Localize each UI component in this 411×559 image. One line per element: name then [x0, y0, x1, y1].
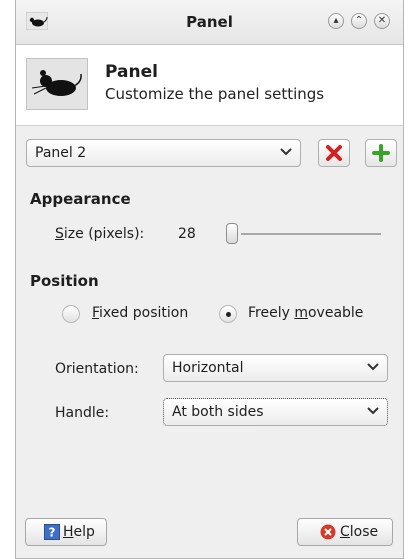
panel-select[interactable]: Panel 2 [26, 139, 301, 167]
freely-moveable-radio[interactable] [219, 305, 237, 323]
handle-label: Handle: [55, 405, 110, 421]
fixed-text: ixed position [99, 305, 189, 321]
help-mnemonic: H [63, 524, 74, 540]
size-slider-handle[interactable] [226, 223, 238, 244]
help-button[interactable]: ? Help [25, 518, 107, 546]
remove-panel-button[interactable] [318, 139, 350, 167]
red-x-icon [326, 145, 342, 161]
help-icon: ? [44, 524, 60, 540]
add-panel-button[interactable] [365, 139, 397, 167]
orientation-select[interactable]: Horizontal [163, 354, 388, 382]
position-title: Position [30, 272, 99, 290]
chevron-down-icon [367, 407, 379, 415]
size-label-mnemonic: S [55, 226, 64, 242]
panel-dialog: Panel ▴ ⌃ ✕ Panel Customize the panel se… [15, 0, 404, 559]
maximize-icon: ⌃ [354, 15, 364, 26]
fixed-position-radio[interactable] [62, 305, 80, 323]
chevron-down-icon [367, 363, 379, 371]
close-mnemonic: C [340, 524, 350, 540]
close-label: Close [340, 519, 378, 545]
size-value: 28 [178, 226, 196, 242]
header-subtitle: Customize the panel settings [105, 85, 325, 103]
help-text: elp [73, 524, 95, 540]
close-button[interactable]: Close [297, 518, 393, 546]
handle-select[interactable]: At both sides [163, 398, 388, 426]
minimize-button[interactable]: ▴ [328, 13, 344, 29]
size-slider-track[interactable] [241, 233, 381, 235]
close-icon: ✕ [377, 15, 387, 26]
dialog-header: Panel Customize the panel settings [16, 45, 403, 126]
size-label-text: ize (pixels): [63, 226, 145, 242]
fixed-mnemonic: F [92, 305, 100, 321]
panel-select-value: Panel 2 [35, 145, 87, 161]
titlebar[interactable]: Panel ▴ ⌃ ✕ [16, 0, 403, 45]
orientation-value: Horizontal [172, 360, 244, 376]
appearance-title: Appearance [30, 190, 131, 208]
close-text: lose [349, 524, 379, 540]
freely-moveable-label[interactable]: Freely moveable [248, 305, 363, 321]
size-label: Size (pixels): [55, 226, 144, 242]
handle-value: At both sides [172, 404, 264, 420]
minimize-icon: ▴ [333, 15, 339, 26]
green-plus-icon [372, 144, 390, 162]
help-label: Help [63, 519, 95, 545]
panel-mouse-icon [26, 58, 88, 110]
freely-mnemonic: m [294, 305, 308, 321]
header-title: Panel [105, 62, 158, 82]
freely-text-a: Freely [248, 305, 295, 321]
maximize-button[interactable]: ⌃ [351, 13, 367, 29]
close-circle-icon [320, 524, 336, 540]
radio-selected-dot [226, 312, 231, 317]
orientation-label: Orientation: [55, 361, 139, 377]
close-window-button[interactable]: ✕ [374, 13, 390, 29]
fixed-position-label[interactable]: Fixed position [92, 305, 188, 321]
freely-text-b: oveable [307, 305, 364, 321]
window-title: Panel [186, 13, 233, 31]
chevron-down-icon [280, 148, 292, 156]
svg-text:?: ? [49, 526, 56, 540]
